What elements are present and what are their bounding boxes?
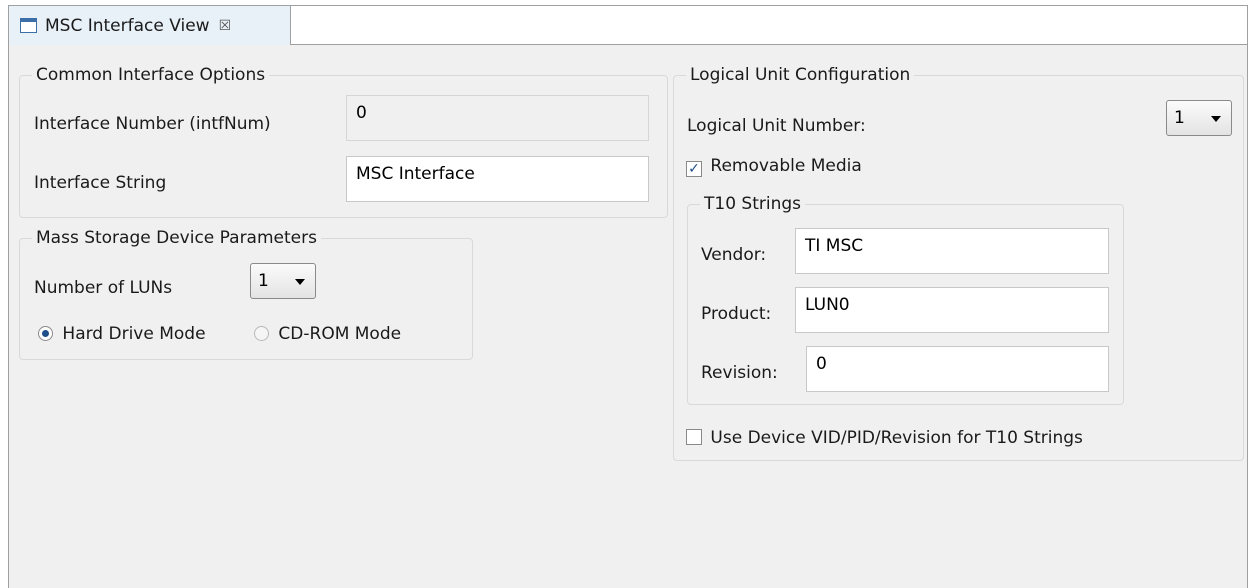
removable-media-label: Removable Media — [710, 156, 862, 176]
interface-number-field: 0 — [346, 95, 649, 141]
mass-storage-params-legend: Mass Storage Device Parameters — [36, 228, 317, 248]
view-tab-bar: MSC Interface View ☒ — [9, 6, 1247, 45]
chevron-down-icon — [1211, 116, 1221, 122]
revision-input[interactable]: 0 — [806, 346, 1109, 392]
chevron-down-icon — [295, 279, 305, 285]
use-device-vid-pid-option[interactable]: Use Device VID/PID/Revision for T10 Stri… — [686, 428, 1083, 448]
revision-label: Revision: — [701, 363, 778, 383]
tab-msc-interface-view[interactable]: MSC Interface View ☒ — [9, 6, 291, 45]
view-window-icon — [20, 18, 37, 33]
interface-string-input[interactable]: MSC Interface — [346, 156, 649, 202]
logical-unit-number-select[interactable]: 1 — [1166, 100, 1232, 136]
num-luns-value: 1 — [258, 271, 269, 291]
hard-drive-mode-label: Hard Drive Mode — [62, 324, 206, 344]
interface-string-label: Interface String — [34, 173, 167, 193]
vendor-label: Vendor: — [701, 245, 767, 265]
t10-strings-legend: T10 Strings — [704, 194, 802, 214]
interface-number-label: Interface Number (intfNum) — [34, 114, 271, 134]
removable-media-checkbox[interactable]: ✓ — [686, 161, 702, 177]
cdrom-mode-option[interactable]: CD-ROM Mode — [254, 324, 401, 344]
msc-interface-view: MSC Interface View ☒ Common Interface Op… — [8, 5, 1248, 588]
num-luns-select[interactable]: 1 — [250, 263, 316, 299]
product-input[interactable]: LUN0 — [795, 287, 1109, 333]
logical-unit-config-legend: Logical Unit Configuration — [690, 65, 911, 85]
common-interface-options-legend: Common Interface Options — [36, 65, 266, 85]
removable-media-option[interactable]: ✓ Removable Media — [686, 156, 862, 177]
logical-unit-number-label: Logical Unit Number: — [687, 116, 866, 136]
use-device-vid-pid-checkbox[interactable] — [686, 429, 702, 445]
cdrom-mode-label: CD-ROM Mode — [278, 324, 402, 344]
num-luns-label: Number of LUNs — [34, 278, 173, 298]
product-label: Product: — [701, 304, 772, 324]
tab-title: MSC Interface View — [45, 15, 210, 36]
hard-drive-mode-option[interactable]: Hard Drive Mode — [38, 324, 206, 344]
logical-unit-number-value: 1 — [1174, 108, 1185, 128]
use-device-vid-pid-label: Use Device VID/PID/Revision for T10 Stri… — [710, 428, 1083, 448]
vendor-input[interactable]: TI MSC — [795, 228, 1109, 274]
hard-drive-mode-radio[interactable] — [38, 326, 53, 341]
cdrom-mode-radio[interactable] — [254, 326, 269, 341]
close-icon[interactable]: ☒ — [219, 18, 232, 34]
